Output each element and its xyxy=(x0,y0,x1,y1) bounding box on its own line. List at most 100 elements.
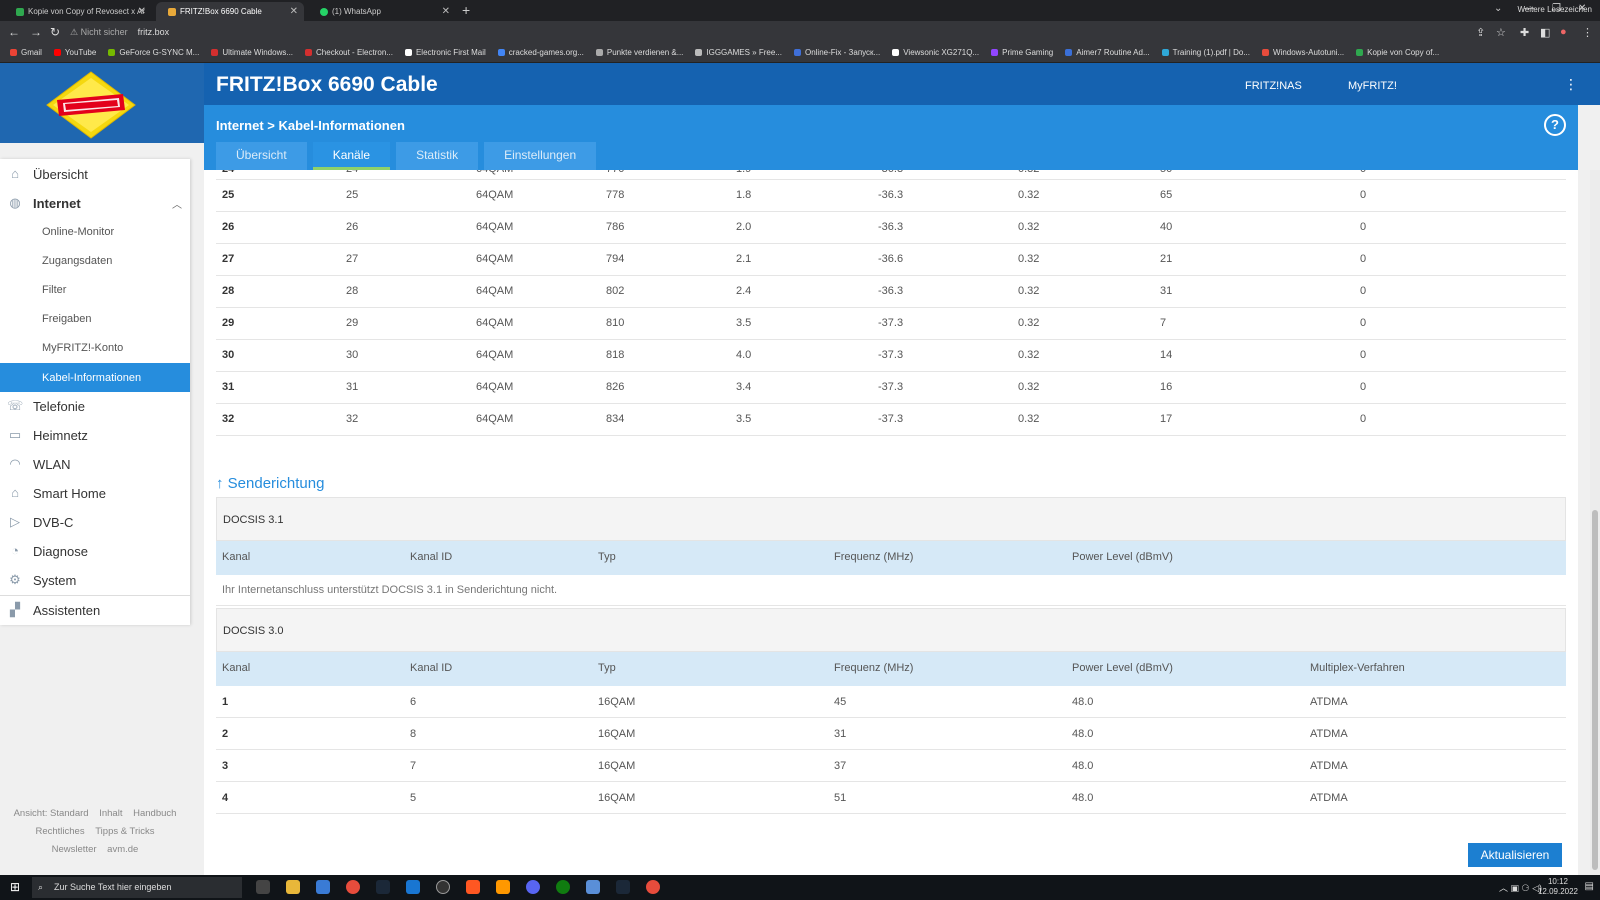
bookmark-item[interactable]: Gmail xyxy=(10,48,42,57)
sidebar-sub-online-monitor[interactable]: Online-Monitor xyxy=(0,219,190,245)
sidebar-sub-freigaben[interactable]: Freigaben xyxy=(0,306,190,332)
sidebar-sub-filter[interactable]: Filter xyxy=(0,277,190,303)
sidebar-item-dvb-c[interactable]: ▷ DVB-C xyxy=(0,509,190,535)
url-field[interactable]: ⚠ Nicht sicher fritz.box xyxy=(70,24,1470,40)
footer-link-ansicht[interactable]: Ansicht: Standard xyxy=(14,808,89,819)
myfritz-link[interactable]: MyFRITZ! xyxy=(1348,80,1397,92)
extensions-icon[interactable]: ✚ xyxy=(1520,26,1529,39)
bookmark-item[interactable]: Ultimate Windows... xyxy=(211,48,293,57)
scrollbar-thumb[interactable] xyxy=(1592,510,1598,870)
table-cell: 834 xyxy=(606,403,736,436)
tab-search-icon[interactable]: ⌄ xyxy=(1494,3,1502,14)
bookmark-item[interactable]: Viewsonic XG271Q... xyxy=(892,48,979,57)
tab-kanaele[interactable]: Kanäle xyxy=(312,142,391,170)
share-icon[interactable]: ⇪ xyxy=(1476,26,1485,39)
sidebar-item-telefonie[interactable]: ☏ Telefonie xyxy=(0,393,190,419)
security-label: Nicht sicher xyxy=(80,26,128,37)
senderichtung-title[interactable]: ↑ Senderichtung xyxy=(216,475,324,492)
breadcrumb[interactable]: Internet > Kabel-Informationen xyxy=(216,118,405,133)
sidebar-item-smart-home[interactable]: ⌂ Smart Home xyxy=(0,480,190,506)
column-header: Power Level (dBmV) xyxy=(1072,551,1173,563)
footer-link-inhalt[interactable]: Inhalt xyxy=(99,808,122,819)
table-row: 30 30 64QAM 818 4.0 -37.3 0.32 14 0 xyxy=(216,339,1566,372)
xbox-icon[interactable] xyxy=(556,880,570,894)
aktualisieren-button[interactable]: Aktualisieren xyxy=(1468,843,1562,867)
menu-icon[interactable]: ⋮ xyxy=(1582,26,1593,39)
sidebar-item-system[interactable]: ⚙ System xyxy=(0,567,190,593)
footer-link-tipps[interactable]: Tipps & Tricks xyxy=(95,826,154,837)
footer-link-rechtliches[interactable]: Rechtliches xyxy=(35,826,84,837)
browser-tab-active[interactable]: FRITZ!Box 6690 Cable ✕ xyxy=(156,2,304,21)
discord-icon[interactable] xyxy=(526,880,540,894)
ubisoft-icon[interactable] xyxy=(496,880,510,894)
table-cell: -36.3 xyxy=(878,170,1018,180)
footer-link-handbuch[interactable]: Handbuch xyxy=(133,808,176,819)
bookmark-item[interactable]: Windows-Autotuni... xyxy=(1262,48,1344,57)
chrome-icon[interactable] xyxy=(346,880,360,894)
sidebar-sub-kabel-informationen[interactable]: Kabel-Informationen xyxy=(0,363,190,392)
tab-einstellungen[interactable]: Einstellungen xyxy=(484,142,597,170)
sidebar-item-diagnose[interactable]: ◔ Diagnose xyxy=(0,538,190,564)
scrollbar[interactable] xyxy=(1590,170,1600,875)
close-icon[interactable]: ✕ xyxy=(290,6,298,17)
origin-icon[interactable] xyxy=(466,880,480,894)
battlenet-icon[interactable] xyxy=(406,880,420,894)
close-icon[interactable]: ✕ xyxy=(138,6,146,17)
bookmark-item[interactable]: Kopie von Copy of... xyxy=(1356,48,1439,57)
bookmark-item[interactable]: cracked-games.org... xyxy=(497,48,584,57)
explorer-icon[interactable] xyxy=(286,880,300,894)
sidebar-sub-zugangsdaten[interactable]: Zugangsdaten xyxy=(0,248,190,274)
new-tab-button[interactable]: + xyxy=(462,2,470,18)
task-view-icon[interactable] xyxy=(256,880,270,894)
close-icon[interactable]: ✕ xyxy=(442,6,450,17)
bookmark-item[interactable]: Checkout - Electron... xyxy=(305,48,393,57)
clock[interactable]: 10:12 12.09.2022 xyxy=(1538,877,1578,897)
windows-start-icon[interactable]: ⊞ xyxy=(10,880,20,894)
star-icon[interactable]: ☆ xyxy=(1496,26,1506,39)
footer-link-avm[interactable]: avm.de xyxy=(107,844,138,855)
steam-icon-2[interactable] xyxy=(616,880,630,894)
store-icon[interactable] xyxy=(316,880,330,894)
taskbar-search[interactable]: ⌕ Zur Suche Text hier eingeben xyxy=(32,877,242,898)
bookmark-item[interactable]: YouTube xyxy=(53,48,96,57)
help-icon[interactable]: ? xyxy=(1544,114,1566,136)
sidebar-sub-myfritz-konto[interactable]: MyFRITZ!-Konto xyxy=(0,335,190,361)
chrome-active-icon[interactable] xyxy=(646,880,660,894)
sidepanel-icon[interactable]: ◧ xyxy=(1540,26,1550,39)
bookmark-item[interactable]: Aimer7 Routine Ad... xyxy=(1065,48,1150,57)
bookmark-item[interactable]: Punkte verdienen &... xyxy=(595,48,683,57)
app-icon[interactable] xyxy=(436,880,450,894)
steam-icon[interactable] xyxy=(376,880,390,894)
sidebar-item-label: WLAN xyxy=(33,456,71,472)
fritz-nas-link[interactable]: FRITZ!NAS xyxy=(1245,80,1302,92)
fritz-logo[interactable] xyxy=(45,70,137,140)
insecure-warning[interactable]: ⚠ Nicht sicher xyxy=(70,27,128,38)
tv-icon: ▷ xyxy=(10,514,20,529)
sidebar-item-uebersicht[interactable]: ⌂ Übersicht xyxy=(0,161,190,187)
notification-icon[interactable]: ▤ xyxy=(1585,881,1594,892)
sidebar-item-wlan[interactable]: ◠ WLAN xyxy=(0,451,190,477)
back-icon[interactable]: ← xyxy=(8,25,20,39)
sidebar-item-heimnetz[interactable]: ▭ Heimnetz xyxy=(0,422,190,448)
browser-tab[interactable]: Kopie von Copy of Revosect x Ar ✕ xyxy=(4,2,152,21)
browser-tab[interactable]: (1) WhatsApp ✕ xyxy=(308,2,456,21)
more-menu-icon[interactable]: ⋮ xyxy=(1564,76,1578,93)
bookmark-item[interactable]: Prime Gaming xyxy=(991,48,1053,57)
tab-statistik[interactable]: Statistik xyxy=(396,142,479,170)
bookmarks-more[interactable]: Weitere Lesezeichen xyxy=(1517,5,1592,14)
bookmark-item[interactable]: Electronic First Mail xyxy=(404,48,486,57)
bookmark-item[interactable]: Online-Fix - Запуск... xyxy=(793,48,880,57)
bookmark-item[interactable]: GeForce G-SYNC M... xyxy=(108,48,199,57)
profile-avatar[interactable]: ● xyxy=(1560,26,1567,38)
chevron-up-icon[interactable]: ︿ xyxy=(172,196,182,211)
footer-link-newsletter[interactable]: Newsletter xyxy=(52,844,97,855)
display-icon[interactable] xyxy=(586,880,600,894)
sidebar-item-assistenten[interactable]: ▞ Assistenten xyxy=(0,597,190,623)
bookmark-item[interactable]: Training (1).pdf | Do... xyxy=(1161,48,1250,57)
sidebar-item-internet[interactable]: ◍ Internet ︿ xyxy=(0,190,190,216)
reload-icon[interactable]: ↻ xyxy=(50,25,60,39)
bookmark-item[interactable]: IGGGAMES » Free... xyxy=(695,48,782,57)
tab-uebersicht[interactable]: Übersicht xyxy=(216,142,307,170)
forward-icon[interactable]: → xyxy=(30,25,42,39)
system-tray-icons[interactable]: ︿ ▣ ⚆ ◁) xyxy=(1499,881,1542,894)
